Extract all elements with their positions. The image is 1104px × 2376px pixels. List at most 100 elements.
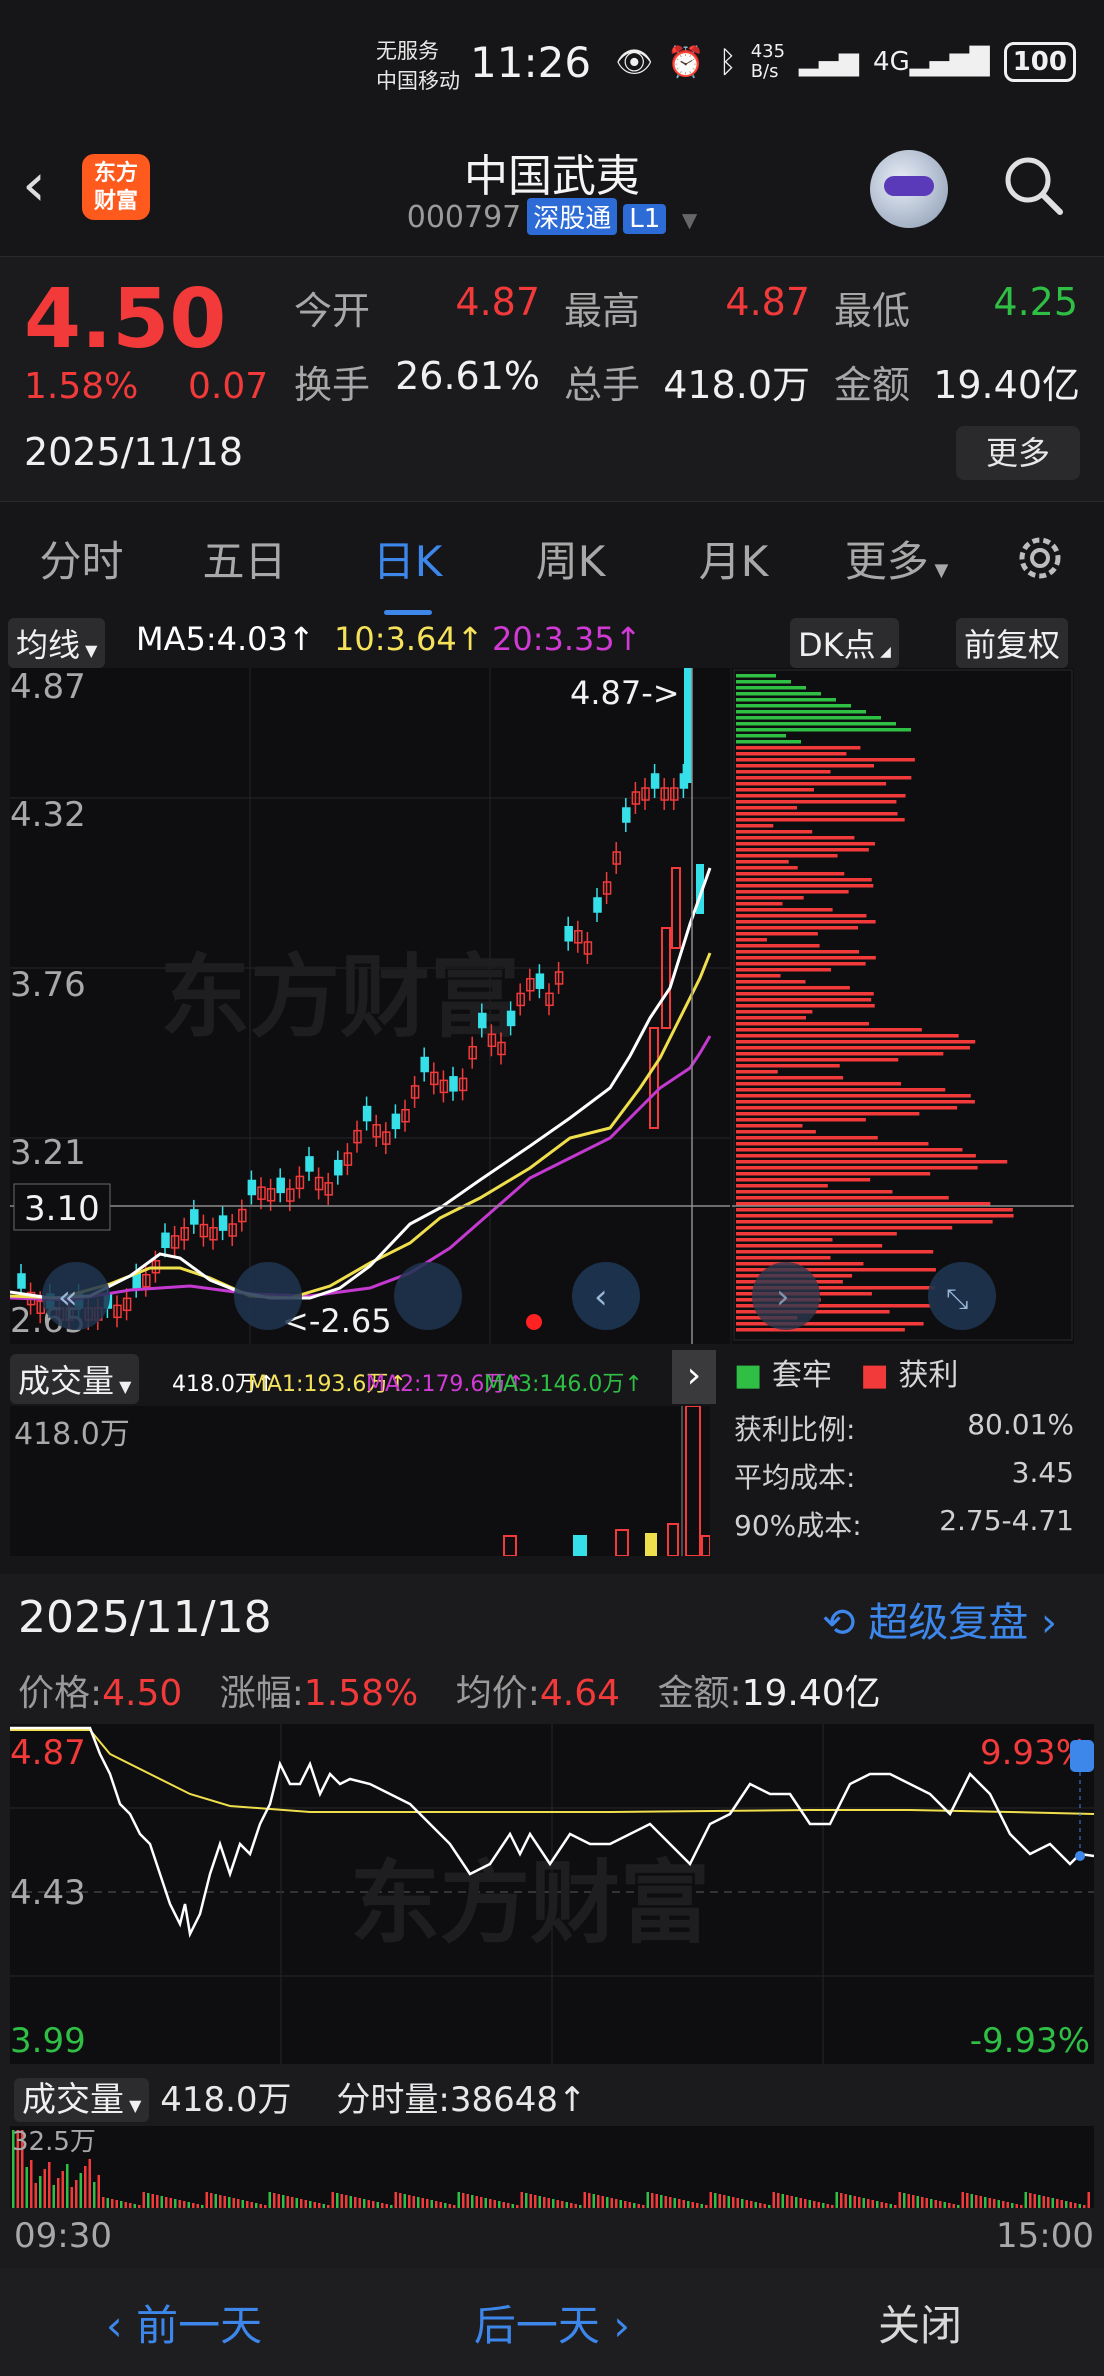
ma20-value: 20:3.35↑ — [492, 620, 642, 658]
chip-bar — [736, 1202, 991, 1206]
intraday-volume-bar — [678, 2199, 681, 2208]
tab-more-label: 更多 — [844, 536, 929, 586]
intraday-volume-bar — [169, 2198, 172, 2208]
intraday-volume-bar — [714, 2193, 717, 2208]
chip-bar — [736, 740, 801, 744]
chip-bar — [736, 824, 774, 828]
tab-weekly-k[interactable]: 周K — [489, 528, 652, 589]
chip-bar — [736, 1160, 1008, 1164]
battery-icon: 100 — [1003, 42, 1076, 82]
intraday-volume-bar — [592, 2194, 595, 2208]
volume-bar — [667, 1523, 679, 1556]
intraday-volume-bar — [381, 2203, 384, 2208]
chip-bar — [736, 1112, 920, 1116]
search-icon[interactable] — [1000, 152, 1066, 218]
prev-day-button[interactable]: ‹ 前一天 — [0, 2292, 368, 2353]
zoom-out-button[interactable] — [234, 1262, 302, 1330]
intraday-volume-bar — [529, 2194, 532, 2208]
close-button[interactable]: 关闭 — [736, 2292, 1104, 2353]
intraday-volume-bar — [655, 2194, 658, 2208]
intraday-volume-bar — [808, 2200, 811, 2208]
intraday-volume-bar — [250, 2202, 253, 2208]
intraday-volume-bar — [426, 2199, 429, 2208]
intraday-volume-bar — [619, 2200, 622, 2208]
tab-monthly-k[interactable]: 月K — [652, 528, 815, 589]
chip-bar — [736, 1154, 976, 1158]
intraday-volume-bar — [660, 2195, 663, 2208]
intraday-vol-axis: 32.5万 — [12, 2127, 96, 2157]
intraday-volume-selector[interactable]: 成交量 ▼ — [14, 2078, 150, 2122]
chip-bar — [736, 818, 905, 822]
chip-bar — [736, 968, 832, 972]
volume-selector[interactable]: 成交量 ▼ — [10, 1354, 140, 1404]
chip-bar — [736, 1052, 944, 1056]
intraday-volume-bar — [124, 2202, 127, 2208]
intraday-amount-label: 金额: — [657, 1673, 742, 1714]
intraday-volume-bar — [448, 2204, 451, 2208]
volume-bar — [701, 1535, 710, 1556]
chevron-down-icon: ▼ — [80, 641, 98, 660]
tab-intraday[interactable]: 分时 — [0, 528, 163, 589]
chip-bar — [736, 812, 898, 816]
chip-bar — [736, 782, 887, 786]
chip-bar — [736, 866, 798, 870]
intraday-volume-bar — [939, 2201, 942, 2208]
intraday-chart[interactable]: 东方财富 4.87 4.43 3.99 9.93% -9.93% — [10, 1724, 1094, 2064]
super-replay-link[interactable]: ⟲ 超级复盘 › — [822, 1590, 1057, 1648]
chip-bar — [736, 1082, 902, 1086]
kline-y-label: 4.32 — [10, 795, 86, 835]
intraday-avg: 4.64 — [539, 1673, 621, 1714]
intraday-volume-bar — [871, 2200, 874, 2208]
ma-row: 均线 ▼ MA5:4.03↑ 10:3.64↑ 20:3.35↑ DK点 ◢ 前… — [0, 612, 1104, 668]
tab-daily-k[interactable]: 日K — [326, 528, 489, 615]
intraday-volume-bar — [750, 2201, 753, 2208]
intraday-volume-bar — [1020, 2205, 1023, 2208]
chip-bar — [736, 830, 813, 834]
intraday-marker-icon[interactable] — [1070, 1740, 1094, 1772]
chip-bar — [736, 1226, 953, 1230]
intraday-volume-bar — [489, 2199, 492, 2208]
chip-bar — [736, 848, 869, 852]
chevron-down-icon: ▼ — [114, 1377, 132, 1396]
gear-icon[interactable] — [1010, 528, 1070, 588]
tag-level: L1 — [623, 204, 667, 234]
volume-value: 418.0万 — [663, 363, 810, 407]
intraday-volume-bar — [111, 2199, 114, 2208]
intraday-volume-bar — [786, 2195, 789, 2208]
more-button[interactable]: 更多 — [956, 426, 1080, 480]
intraday-volume-bar — [759, 2203, 762, 2208]
chip-stat-value: 80.01% — [967, 1408, 1074, 1441]
chip-bar — [736, 698, 836, 702]
candle-body — [190, 1209, 199, 1225]
intraday-volume-bar — [1024, 2192, 1027, 2208]
chip-distribution-chart[interactable]: › ⤡ — [732, 668, 1074, 1344]
intraday-minute-vol: 分时量:38648↑ — [336, 2080, 587, 2120]
ma-selector[interactable]: 均线 ▼ — [8, 618, 106, 668]
dropdown-icon[interactable]: ▼ — [682, 208, 697, 232]
chip-bar — [736, 1004, 875, 1008]
zoom-in-button[interactable] — [394, 1262, 462, 1330]
intraday-volume-bar — [561, 2201, 564, 2208]
next-day-button[interactable]: 后一天 › — [368, 2292, 736, 2353]
fast-back-icon: « — [58, 1278, 78, 1316]
intraday-volume-bar — [79, 2173, 82, 2208]
tab-five-day[interactable]: 五日 — [163, 528, 326, 589]
intraday-volume-bar — [439, 2202, 442, 2208]
tab-more[interactable]: 更多 ▼ — [815, 528, 978, 589]
chip-bar — [736, 1190, 893, 1194]
adjust-button[interactable]: 前复权 — [956, 618, 1069, 668]
chevron-down-icon: ▼ — [124, 2096, 142, 2115]
chip-bars — [736, 674, 1014, 1332]
intraday-time-axis: 09:30 15:00 — [14, 2216, 1094, 2256]
candle-body — [218, 1215, 228, 1231]
chip-bar — [736, 932, 818, 936]
dk-point-button[interactable]: DK点 ◢ — [790, 618, 899, 668]
assistant-avatar-icon[interactable] — [870, 150, 948, 228]
volume-bar — [615, 1529, 629, 1556]
intraday-volume-bar — [327, 2205, 330, 2208]
expand-chevron-button[interactable]: › — [672, 1350, 716, 1404]
intraday-volume-bar — [525, 2193, 528, 2208]
kline-chart[interactable]: 东方财富 4.874.323.763.212.65 3.10 4.87-> <-… — [10, 668, 730, 1344]
intraday-volume-bar — [768, 2205, 771, 2208]
intraday-volume-bar — [502, 2202, 505, 2208]
